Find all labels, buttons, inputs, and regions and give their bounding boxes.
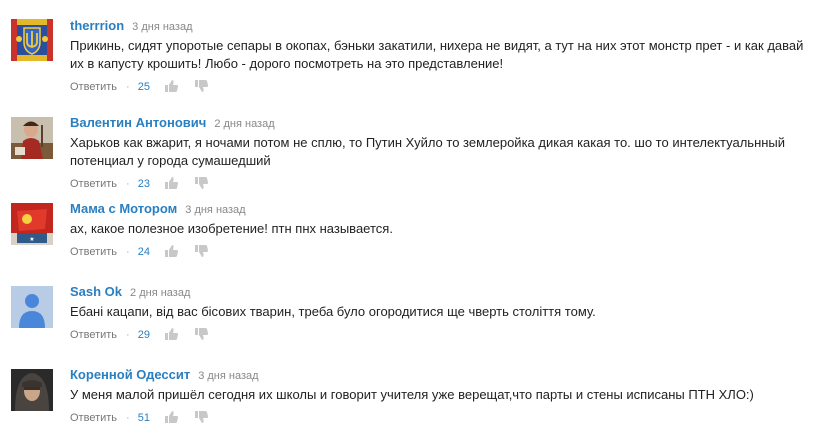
separator: ·	[126, 246, 130, 258]
hooded-man-avatar[interactable]	[11, 369, 53, 411]
comment-header: Коренной Одессит 3 дня назад	[70, 365, 819, 385]
ukraine-coat-of-arms-avatar[interactable]	[11, 19, 53, 61]
comment-header: Мама с Мотором 3 дня назад	[70, 199, 819, 219]
comment-text: У меня малой пришёл сегодня их школы и г…	[70, 387, 754, 402]
likes-count: 23	[137, 178, 150, 190]
separator: ·	[126, 178, 130, 190]
comment-author[interactable]: therrrion	[70, 18, 124, 33]
comment-time: 2 дня назад	[130, 287, 191, 299]
thumbs-down-icon[interactable]	[195, 177, 209, 190]
comment-header: Валентин Антонович 2 дня назад	[70, 113, 819, 133]
reply-button[interactable]: Ответить	[70, 81, 117, 93]
comment-text: Харьков как вжарит, я ночами потом не сп…	[70, 135, 786, 168]
thumbs-up-icon[interactable]	[165, 328, 179, 341]
thumbs-up-icon[interactable]	[165, 411, 179, 424]
comment-header: Sash Ok 2 дня назад	[70, 282, 819, 302]
svg-text:★: ★	[29, 236, 34, 243]
comment-body: Валентин Антонович 2 дня назад Харьков ка…	[70, 113, 819, 193]
comment-body: Коренной Одессит 3 дня назад У меня малой…	[70, 365, 819, 427]
thumbs-up-icon[interactable]	[165, 245, 179, 258]
comment-time: 3 дня назад	[132, 21, 193, 33]
separator: ·	[126, 412, 130, 424]
comment-actions: Ответить · 25	[70, 78, 819, 96]
reply-button[interactable]: Ответить	[70, 329, 117, 341]
comment-actions: Ответить · 24	[70, 243, 819, 261]
comment-body: Мама с Мотором 3 дня назад ах, какое поле…	[70, 199, 819, 261]
separator: ·	[126, 81, 130, 93]
comment-author[interactable]: Валентин Антонович	[70, 115, 206, 130]
comment-author[interactable]: Sash Ok	[70, 284, 122, 299]
thumbs-down-icon[interactable]	[195, 328, 209, 341]
thumbs-up-icon[interactable]	[165, 80, 179, 93]
comment-text: Ебані кацапи, від вас бісових тварин, тр…	[70, 304, 596, 319]
likes-count: 29	[137, 329, 150, 341]
reply-button[interactable]: Ответить	[70, 178, 117, 190]
comment-author[interactable]: Мама с Мотором	[70, 201, 177, 216]
thumbs-down-icon[interactable]	[195, 245, 209, 258]
comment-text: Прикинь, сидят упоротые сепары в окопах,…	[70, 38, 804, 71]
thumbs-down-icon[interactable]	[195, 80, 209, 93]
comment-text: ах, какое полезное изобретение! птн пнх …	[70, 221, 393, 236]
comment-header: therrrion 3 дня назад	[70, 16, 819, 36]
thumbs-down-icon[interactable]	[195, 411, 209, 424]
comment-time: 3 дня назад	[198, 370, 259, 382]
default-user-avatar[interactable]	[11, 286, 53, 328]
cossack-painting-avatar[interactable]	[11, 117, 53, 159]
thumbs-up-icon[interactable]	[165, 177, 179, 190]
comment-actions: Ответить · 23	[70, 175, 819, 193]
separator: ·	[126, 329, 130, 341]
likes-count: 25	[137, 81, 150, 93]
red-flag-avatar[interactable]: ★	[11, 203, 53, 245]
comment-time: 2 дня назад	[214, 118, 275, 130]
comment-author[interactable]: Коренной Одессит	[70, 367, 190, 382]
comment-body: therrrion 3 дня назад Прикинь, сидят упор…	[70, 16, 819, 96]
comment-body: Sash Ok 2 дня назад Ебані кацапи, від вас…	[70, 282, 819, 344]
likes-count: 24	[137, 246, 150, 258]
comment-time: 3 дня назад	[185, 204, 246, 216]
comment-actions: Ответить · 51	[70, 409, 819, 427]
reply-button[interactable]: Ответить	[70, 246, 117, 258]
likes-count: 51	[137, 412, 150, 424]
reply-button[interactable]: Ответить	[70, 412, 117, 424]
comment-actions: Ответить · 29	[70, 326, 819, 344]
